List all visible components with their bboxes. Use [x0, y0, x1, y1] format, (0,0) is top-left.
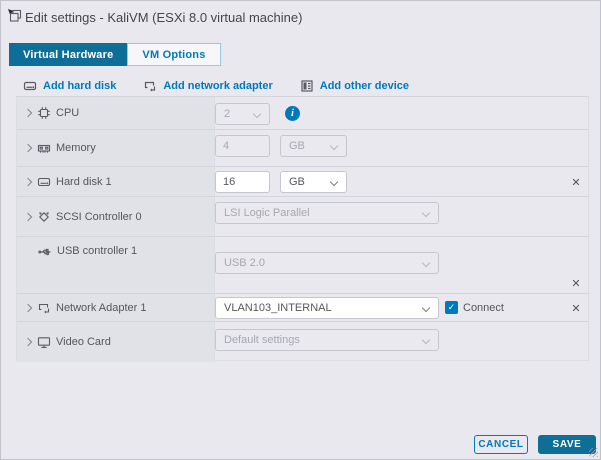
tab-virtual-hardware[interactable]: Virtual Hardware — [9, 43, 127, 66]
dialog-title: Edit settings - KaliVM (ESXi 8.0 virtual… — [25, 10, 302, 25]
remove-network-adapter-button[interactable]: ✕ — [569, 301, 583, 315]
usb-icon — [38, 245, 52, 259]
cpu-icon — [37, 106, 51, 120]
edit-settings-dialog: Edit settings - KaliVM (ESXi 8.0 virtual… — [0, 0, 601, 460]
usb-version-select: USB 2.0 — [215, 252, 439, 274]
connect-label: Connect — [463, 302, 504, 314]
network-portgroup-select[interactable]: VLAN103_INTERNAL — [215, 297, 439, 319]
row-network-adapter: Network Adapter 1 VLAN103_INTERNAL ✓ Con… — [17, 294, 588, 322]
row-label: Hard disk 1 — [56, 176, 112, 188]
scsi-type-select: LSI Logic Parallel — [215, 202, 439, 224]
video-card-icon — [37, 335, 51, 349]
toolbar-label: Add other device — [320, 80, 409, 92]
device-toolbar: Add hard disk Add network adapter Add ot… — [23, 79, 409, 93]
row-label: Memory — [56, 142, 96, 154]
row-label: USB controller 1 — [57, 245, 137, 257]
add-hard-disk-button[interactable]: Add hard disk — [23, 79, 116, 93]
network-adapter-icon — [37, 301, 51, 315]
tab-label: VM Options — [142, 49, 205, 61]
row-usb-controller: USB controller 1 USB 2.0 ✕ — [17, 237, 588, 294]
hard-disk-icon — [23, 79, 37, 93]
scsi-controller-icon — [37, 210, 51, 224]
network-adapter-icon — [143, 79, 157, 93]
check-icon: ✓ — [448, 302, 456, 313]
connect-checkbox[interactable]: ✓ — [445, 301, 458, 314]
expand-chevron-icon[interactable] — [24, 109, 32, 117]
remove-icon: ✕ — [571, 277, 580, 290]
expand-chevron-icon[interactable] — [24, 212, 32, 220]
toolbar-label: Add hard disk — [43, 80, 116, 92]
memory-icon — [37, 141, 51, 155]
row-scsi-controller: SCSI Controller 0 LSI Logic Parallel — [17, 197, 588, 237]
info-icon[interactable]: i — [285, 106, 300, 121]
expand-chevron-icon[interactable] — [24, 338, 32, 346]
expand-chevron-icon[interactable] — [24, 144, 32, 152]
hardware-table: CPU 2 i Memory GB — [16, 96, 589, 361]
row-label: CPU — [56, 107, 79, 119]
row-label: Video Card — [56, 336, 111, 348]
add-other-device-button[interactable]: Add other device — [300, 79, 409, 93]
hard-disk-size-input[interactable] — [215, 171, 270, 193]
remove-icon: ✕ — [571, 302, 580, 315]
tab-bar: Virtual Hardware VM Options — [9, 43, 221, 66]
toolbar-label: Add network adapter — [163, 80, 272, 92]
vm-icon — [7, 8, 22, 23]
remove-usb-controller-button[interactable]: ✕ — [569, 276, 583, 290]
video-settings-select: Default settings — [215, 329, 439, 351]
tab-vm-options[interactable]: VM Options — [127, 43, 220, 66]
add-network-adapter-button[interactable]: Add network adapter — [143, 79, 272, 93]
row-label: Network Adapter 1 — [56, 302, 147, 314]
expand-chevron-icon[interactable] — [24, 303, 32, 311]
row-cpu: CPU 2 i — [17, 97, 588, 130]
other-device-icon — [300, 79, 314, 93]
save-button[interactable]: SAVE — [538, 435, 596, 454]
remove-icon: ✕ — [571, 176, 580, 189]
memory-size-input — [215, 135, 270, 157]
cancel-button[interactable]: CANCEL — [474, 435, 528, 454]
row-label: SCSI Controller 0 — [56, 211, 142, 223]
tab-label: Virtual Hardware — [23, 49, 113, 61]
hard-disk-unit-select[interactable]: GB — [280, 171, 347, 193]
row-hard-disk: Hard disk 1 GB ✕ — [17, 167, 588, 197]
memory-unit-select: GB — [280, 135, 347, 157]
resize-grip[interactable] — [589, 448, 598, 457]
row-memory: Memory GB — [17, 130, 588, 167]
remove-hard-disk-button[interactable]: ✕ — [569, 175, 583, 189]
cpu-count-select: 2 — [215, 103, 270, 125]
row-video-card: Video Card Default settings — [17, 322, 588, 362]
hard-disk-icon — [37, 175, 51, 189]
expand-chevron-icon[interactable] — [24, 177, 32, 185]
